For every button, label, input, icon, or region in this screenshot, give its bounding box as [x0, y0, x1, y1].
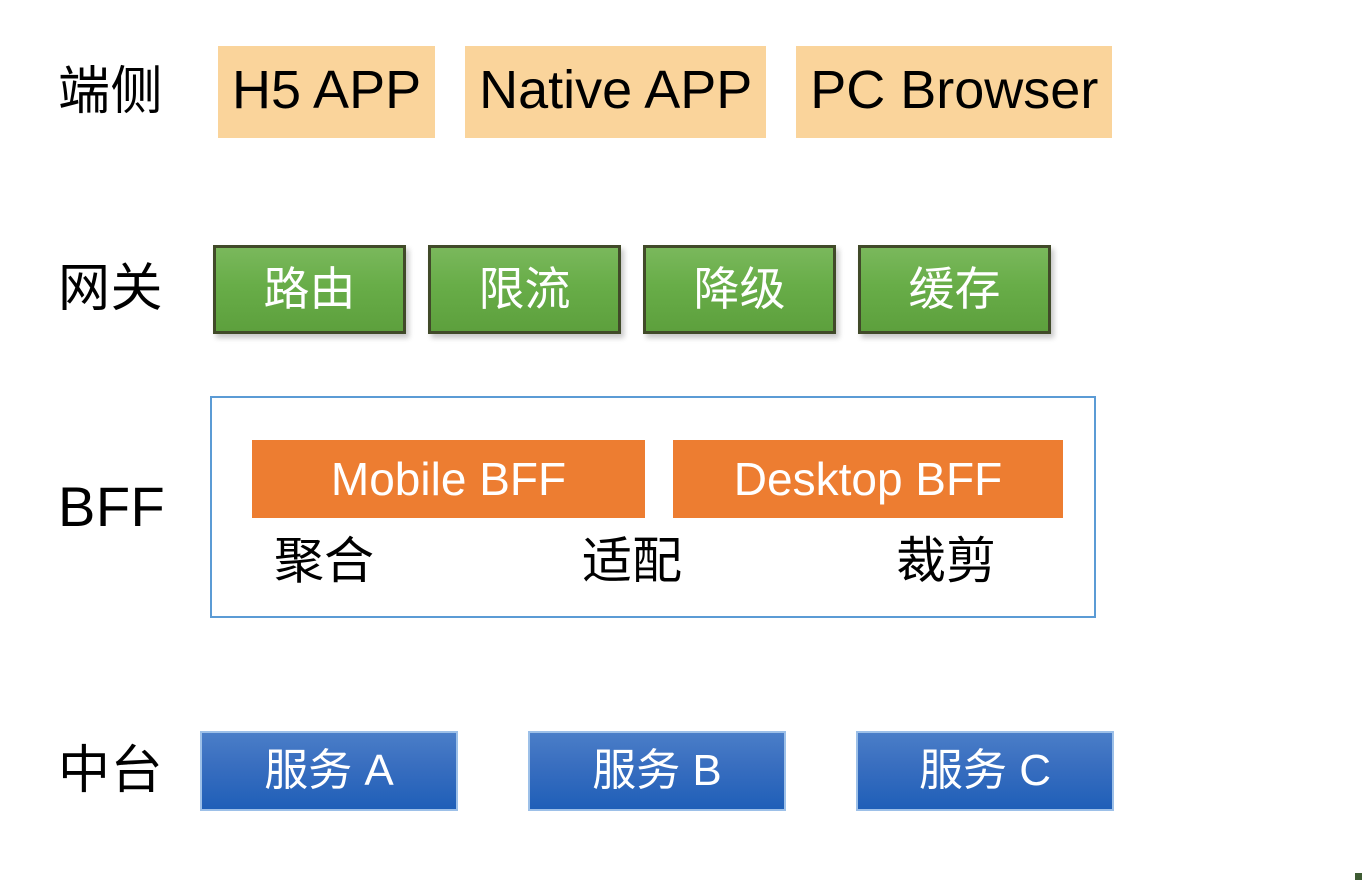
- bff-capability-trimming: 裁剪: [896, 533, 996, 589]
- layer-row-bff: BFF Mobile BFF Desktop BFF 聚合 适配 裁剪: [58, 396, 1096, 618]
- row-label-bff: BFF: [58, 475, 166, 538]
- gateway-chip-cache[interactable]: 缓存: [858, 244, 1051, 334]
- platform-chip-group: 服务 A 服务 B 服务 C: [200, 731, 1114, 811]
- client-chip-pc-browser[interactable]: PC Browser: [796, 46, 1113, 138]
- bff-chip-mobile[interactable]: Mobile BFF: [252, 440, 645, 518]
- client-chip-native-app[interactable]: Native APP: [465, 46, 767, 138]
- diagram-canvas: 端侧 H5 APP Native APP PC Browser 网关 路由 限流…: [0, 0, 1364, 882]
- bff-capability-group: 聚合 适配 裁剪: [212, 530, 1094, 606]
- layer-row-client: 端侧 H5 APP Native APP PC Browser: [58, 46, 1113, 138]
- platform-chip-service-c[interactable]: 服务 C: [856, 731, 1114, 811]
- row-label-platform: 中台: [58, 742, 164, 800]
- gateway-chip-routing[interactable]: 路由: [213, 244, 406, 334]
- layer-row-platform: 中台 服务 A 服务 B 服务 C: [58, 730, 1114, 812]
- row-label-client: 端侧: [58, 63, 164, 121]
- row-label-gateway: 网关: [58, 260, 164, 318]
- gateway-chip-group: 路由 限流 降级 缓存: [213, 244, 1051, 334]
- gateway-chip-degradation[interactable]: 降级: [643, 244, 836, 334]
- gateway-chip-rate-limit[interactable]: 限流: [428, 244, 621, 334]
- bff-capability-aggregation: 聚合: [274, 533, 374, 589]
- layer-row-gateway: 网关 路由 限流 降级 缓存: [58, 243, 1051, 335]
- bff-capability-adaptation: 适配: [582, 533, 682, 589]
- bff-container: Mobile BFF Desktop BFF 聚合 适配 裁剪: [210, 396, 1096, 618]
- client-chip-group: H5 APP Native APP PC Browser: [218, 46, 1113, 138]
- corner-mark: [1355, 873, 1362, 880]
- bff-service-group: Mobile BFF Desktop BFF: [212, 440, 1094, 518]
- platform-chip-service-a[interactable]: 服务 A: [200, 731, 458, 811]
- bff-chip-desktop[interactable]: Desktop BFF: [673, 440, 1063, 518]
- client-chip-h5-app[interactable]: H5 APP: [218, 46, 436, 138]
- platform-chip-service-b[interactable]: 服务 B: [528, 731, 786, 811]
